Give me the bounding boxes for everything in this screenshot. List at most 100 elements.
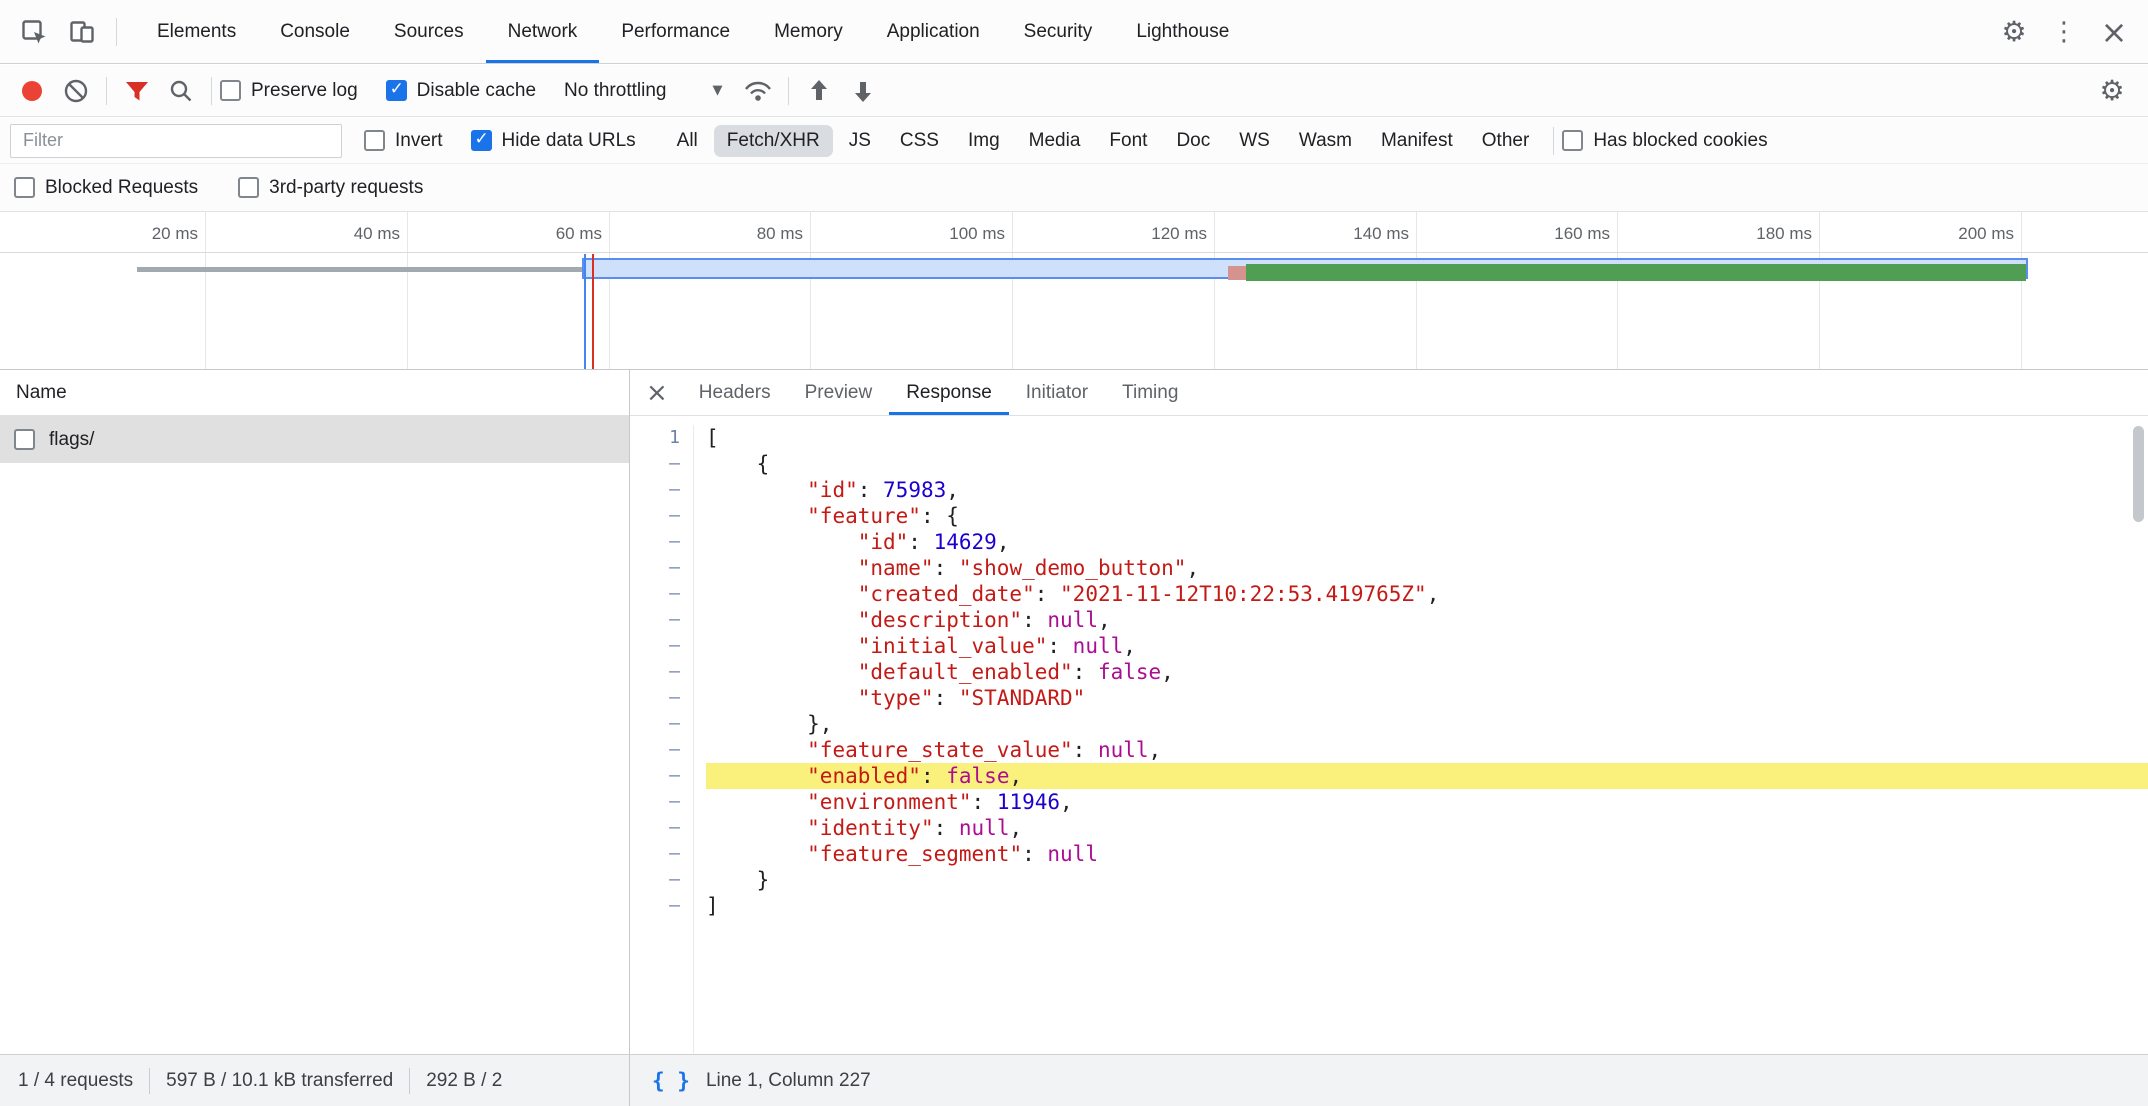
- code-token: :: [1022, 842, 1047, 866]
- code-line: "name": "show_demo_button",: [706, 555, 2148, 581]
- line-number: –: [630, 555, 680, 581]
- has-blocked-cookies-checkbox[interactable]: Has blocked cookies: [1562, 130, 1767, 152]
- tab-initiator[interactable]: Initiator: [1009, 370, 1105, 415]
- search-icon[interactable]: [159, 69, 203, 113]
- third-party-requests-checkbox[interactable]: 3rd-party requests: [238, 177, 423, 199]
- filter-input[interactable]: [10, 124, 342, 158]
- tab-response[interactable]: Response: [889, 370, 1009, 415]
- code-token: "2021-11-12T10:22:53.419765Z": [1060, 582, 1427, 606]
- request-details-panel: × Headers Preview Response Initiator Tim…: [630, 370, 2148, 1054]
- code-token: ,: [1009, 764, 1022, 788]
- tab-network[interactable]: Network: [486, 0, 600, 63]
- code-token: [706, 764, 807, 788]
- kebab-menu-icon[interactable]: ⋮: [2042, 10, 2086, 54]
- tab-application[interactable]: Application: [865, 0, 1002, 63]
- response-viewer[interactable]: 1–––––––––––––––––– [ { "id": 75983, "fe…: [630, 416, 2148, 1054]
- tab-memory[interactable]: Memory: [752, 0, 865, 63]
- close-devtools-icon[interactable]: ×: [2092, 10, 2136, 54]
- code-token: 14629: [934, 530, 997, 554]
- timeline-tick: 40 ms: [310, 224, 400, 244]
- code-token: },: [706, 712, 832, 736]
- filter-type-media[interactable]: Media: [1016, 125, 1094, 157]
- scrollbar[interactable]: [2133, 426, 2144, 522]
- import-har-icon[interactable]: [797, 69, 841, 113]
- timeline-tick: 60 ms: [512, 224, 602, 244]
- code-token: :: [1047, 634, 1072, 658]
- code-token: ,: [997, 530, 1010, 554]
- request-checkbox[interactable]: [14, 429, 35, 450]
- filter-type-wasm[interactable]: Wasm: [1286, 125, 1365, 157]
- name-column-header[interactable]: Name: [0, 370, 629, 416]
- pretty-print-icon[interactable]: { }: [652, 1069, 690, 1093]
- line-number: –: [630, 503, 680, 529]
- code-token: [706, 686, 858, 710]
- code-token: "feature_state_value": [807, 738, 1073, 762]
- filter-type-all[interactable]: All: [664, 125, 711, 157]
- filter-type-doc[interactable]: Doc: [1163, 125, 1223, 157]
- blocked-requests-checkbox[interactable]: Blocked Requests: [14, 177, 198, 199]
- waterfall-bar-green: [1246, 264, 2026, 281]
- disable-cache-checkbox[interactable]: Disable cache: [386, 80, 536, 102]
- filter-type-img[interactable]: Img: [955, 125, 1013, 157]
- line-number: –: [630, 581, 680, 607]
- code-token: :: [934, 556, 959, 580]
- tab-preview[interactable]: Preview: [788, 370, 890, 415]
- request-row[interactable]: flags/: [0, 416, 629, 463]
- code-token: "default_enabled": [858, 660, 1073, 684]
- code-token: :: [921, 764, 946, 788]
- line-number: –: [630, 451, 680, 477]
- domcontentloaded-event-line: [584, 254, 586, 370]
- throttling-dropdown[interactable]: No throttling ▼: [564, 80, 722, 102]
- code-line: "default_enabled": false,: [706, 659, 2148, 685]
- clear-button[interactable]: [54, 69, 98, 113]
- code-token: ,: [1161, 660, 1174, 684]
- filter-type-font[interactable]: Font: [1096, 125, 1160, 157]
- tab-headers[interactable]: Headers: [682, 370, 788, 415]
- divider: [1553, 127, 1554, 155]
- tab-elements[interactable]: Elements: [135, 0, 258, 63]
- checkbox-unchecked: [238, 177, 259, 198]
- filter-toggle-icon[interactable]: [115, 69, 159, 113]
- inspect-element-icon[interactable]: [12, 10, 56, 54]
- divider: [788, 77, 789, 105]
- code-token: ,: [946, 478, 959, 502]
- filter-type-js[interactable]: JS: [836, 125, 884, 157]
- device-toolbar-icon[interactable]: [60, 10, 104, 54]
- tab-lighthouse[interactable]: Lighthouse: [1114, 0, 1251, 63]
- blocked-requests-label: Blocked Requests: [45, 177, 198, 199]
- code-line: "type": "STANDARD": [706, 685, 2148, 711]
- network-settings-gear-icon[interactable]: ⚙: [2090, 69, 2134, 113]
- export-har-icon[interactable]: [841, 69, 885, 113]
- code-token: [706, 634, 858, 658]
- filter-type-ws[interactable]: WS: [1226, 125, 1283, 157]
- code-token: [706, 556, 858, 580]
- hide-data-urls-label: Hide data URLs: [502, 130, 636, 152]
- line-number: –: [630, 763, 680, 789]
- code-line: "id": 75983,: [706, 477, 2148, 503]
- timeline-ruler: 20 ms 40 ms 60 ms 80 ms 100 ms 120 ms 14…: [0, 212, 2148, 253]
- filter-type-fetch-xhr[interactable]: Fetch/XHR: [714, 125, 833, 157]
- code-token: ]: [706, 894, 719, 918]
- invert-checkbox[interactable]: Invert: [364, 130, 443, 152]
- tab-security[interactable]: Security: [1002, 0, 1115, 63]
- checkbox-unchecked: [1562, 130, 1583, 151]
- filter-type-manifest[interactable]: Manifest: [1368, 125, 1466, 157]
- preserve-log-checkbox[interactable]: Preserve log: [220, 80, 358, 102]
- divider: [409, 1068, 410, 1094]
- filter-type-css[interactable]: CSS: [887, 125, 952, 157]
- tab-timing[interactable]: Timing: [1105, 370, 1195, 415]
- tab-performance[interactable]: Performance: [599, 0, 752, 63]
- timeline-tick: 100 ms: [915, 224, 1005, 244]
- code-token: false: [946, 764, 1009, 788]
- tab-console[interactable]: Console: [258, 0, 372, 63]
- tab-sources[interactable]: Sources: [372, 0, 486, 63]
- record-button[interactable]: [10, 69, 54, 113]
- code-line: "environment": 11946,: [706, 789, 2148, 815]
- code-token: [706, 608, 858, 632]
- settings-gear-icon[interactable]: ⚙: [1992, 10, 2036, 54]
- filter-type-other[interactable]: Other: [1469, 125, 1543, 157]
- hide-data-urls-checkbox[interactable]: Hide data URLs: [471, 130, 636, 152]
- close-details-icon[interactable]: ×: [646, 370, 668, 415]
- timeline-overview[interactable]: 20 ms 40 ms 60 ms 80 ms 100 ms 120 ms 14…: [0, 212, 2148, 370]
- network-conditions-icon[interactable]: [736, 69, 780, 113]
